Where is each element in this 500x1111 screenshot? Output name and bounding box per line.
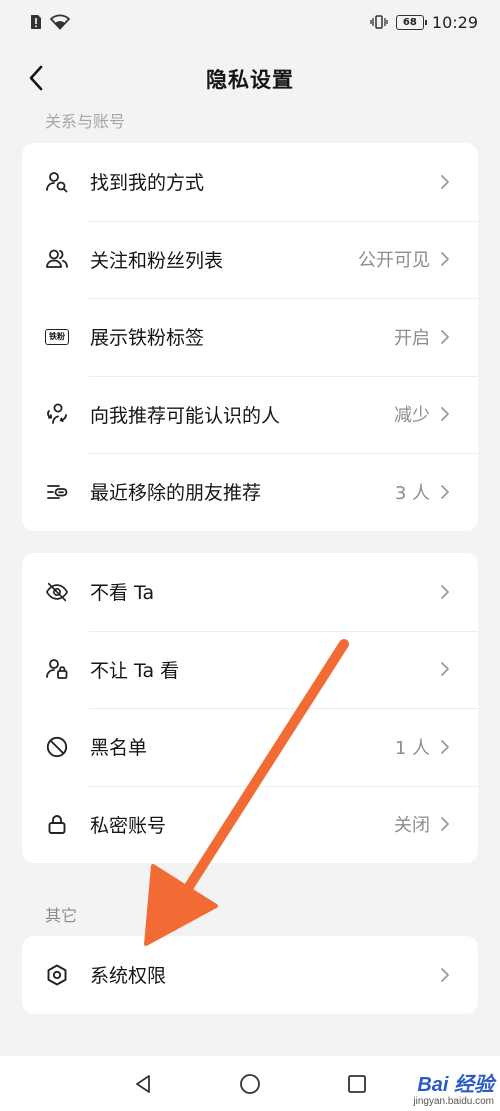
recommend-person-icon [45,402,69,426]
chevron-right-icon [440,329,452,345]
row-find-me[interactable]: 找到我的方式 [22,143,478,221]
row-label: 黑名单 [90,737,148,760]
status-left [30,14,70,30]
chevron-right-icon [440,174,452,190]
watermark-site: jingyan.baidu.com [413,1096,494,1107]
row-label: 展示铁粉标签 [90,327,205,350]
row-label: 最近移除的朋友推荐 [90,482,262,505]
row-hide-from-ta[interactable]: 不让 Ta 看 [22,630,478,709]
chevron-right-icon [440,816,452,832]
battery-indicator: 68 [395,14,427,30]
row-value: 关闭 [394,815,430,837]
chevron-right-icon [440,967,452,983]
row-label: 私密账号 [90,814,167,837]
watermark-brand: Bai 经验 [417,1074,494,1096]
chevron-right-icon [440,406,452,422]
eye-off-icon [45,580,69,604]
row-value: 公开可见 [358,250,430,272]
sim-alert-icon [30,14,42,30]
nav-back-button[interactable] [123,1064,163,1104]
chevron-right-icon [440,584,452,600]
find-person-icon [45,170,69,194]
lock-icon [45,812,69,836]
row-value: 1 人 [394,737,430,759]
settings-card-relations: 找到我的方式 关注和粉丝列表 公开可见 铁粉 展示铁粉标签 开启 向我推荐可能认… [22,143,478,531]
nav-recents-button[interactable] [337,1064,377,1104]
triangle-back-icon [136,1074,151,1093]
person-lock-icon [45,657,69,681]
hexagon-settings-icon [45,963,69,987]
users-icon [45,247,69,271]
circle-home-icon [240,1073,260,1094]
chevron-right-icon [440,661,452,677]
row-label: 不让 Ta 看 [90,659,180,682]
nav-home-button[interactable] [230,1064,270,1104]
row-label: 向我推荐可能认识的人 [90,404,281,427]
chevron-right-icon [440,251,452,267]
settings-card-other: 系统权限 [22,936,478,1014]
row-label: 不看 Ta [90,582,155,605]
section-label-relations: 关系与账号 [45,112,126,131]
row-system-permissions[interactable]: 系统权限 [22,936,478,1014]
chevron-right-icon [440,484,452,500]
row-value: 开启 [394,327,430,349]
row-recommend-people[interactable]: 向我推荐可能认识的人 减少 [22,375,478,454]
row-value: 3 人 [394,482,430,504]
status-right: 68 10:29 [370,13,478,32]
status-bar: 68 10:29 [0,0,500,44]
fan-badge-icon: 铁粉 [45,325,69,349]
watermark: Bai 经验 jingyan.baidu.com [413,1074,494,1107]
back-arrow-icon [29,65,43,91]
row-fan-badge[interactable]: 铁粉 展示铁粉标签 开启 [22,298,478,376]
wifi-icon [50,14,70,30]
fan-badge-text: 铁粉 [45,328,69,345]
row-label: 关注和粉丝列表 [90,249,224,272]
row-blacklist[interactable]: 黑名单 1 人 [22,708,478,786]
row-removed-recommend[interactable]: 最近移除的朋友推荐 3 人 [22,453,478,531]
removed-list-icon [45,480,69,504]
header: 隐私设置 [0,44,500,114]
clock: 10:29 [431,12,478,32]
settings-card-visibility: 不看 Ta 不让 Ta 看 黑名单 1 人 私密账号 关闭 [22,553,478,863]
row-value: 减少 [394,405,430,427]
row-private-account[interactable]: 私密账号 关闭 [22,785,478,864]
row-hide-ta[interactable]: 不看 Ta [22,553,478,631]
section-label-other: 其它 [45,906,78,925]
square-recents-icon [347,1074,366,1093]
row-label: 系统权限 [90,965,167,988]
chevron-right-icon [440,739,452,755]
row-label: 找到我的方式 [90,172,205,195]
vibrate-icon [370,15,388,29]
page-title: 隐私设置 [206,68,294,92]
block-icon [45,735,69,759]
back-button[interactable] [18,60,54,96]
row-follow-list[interactable]: 关注和粉丝列表 公开可见 [22,220,478,299]
